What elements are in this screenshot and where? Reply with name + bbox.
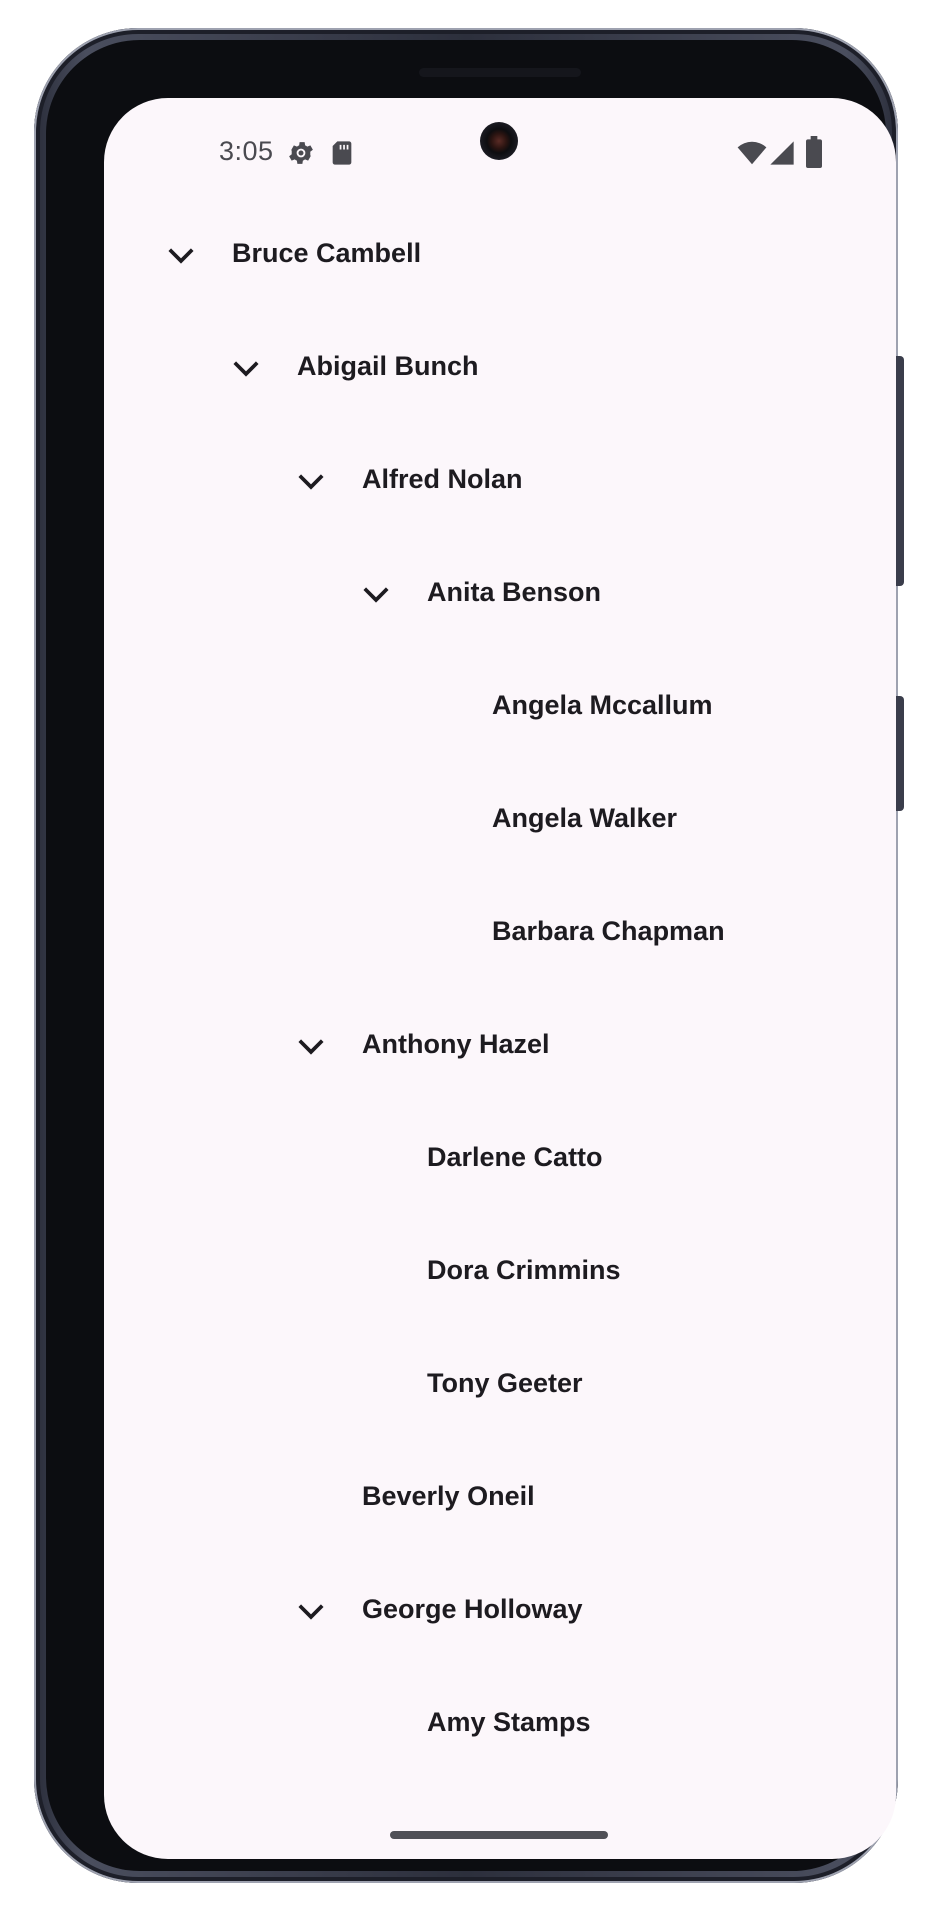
phone-frame: 3:05 Bruce Cambell Abigail Bunch Alfred …	[34, 28, 904, 1883]
tree-node[interactable]: Darlene Catto	[104, 1104, 896, 1217]
chevron-down-icon[interactable]	[359, 578, 393, 612]
tree-node-label: Abigail Bunch	[297, 351, 479, 381]
tree-node[interactable]: Barbara Chapman	[104, 878, 896, 991]
battery-icon	[804, 136, 824, 173]
chevron-down-icon[interactable]	[294, 1030, 328, 1064]
tree-node[interactable]: Angela Mccallum	[104, 652, 896, 765]
power-button	[896, 356, 904, 586]
tree-node-label: Dora Crimmins	[427, 1255, 621, 1285]
tree-node-label: Bruce Cambell	[232, 238, 422, 268]
chevron-down-icon[interactable]	[294, 465, 328, 499]
status-time: 3:05	[219, 136, 274, 166]
tree-node-label: Darlene Catto	[427, 1142, 603, 1172]
tree-node[interactable]: Alfred Nolan	[104, 426, 896, 539]
earpiece-speaker	[419, 68, 581, 77]
tree-node[interactable]: Dora Crimmins	[104, 1217, 896, 1330]
front-camera	[480, 122, 518, 160]
volume-button	[896, 696, 904, 811]
tree-node[interactable]: Beverly Oneil	[104, 1443, 896, 1556]
tree-node-label: Alfred Nolan	[362, 464, 523, 494]
tree-node[interactable]: Angela Walker	[104, 765, 896, 878]
tree-node-label: Barbara Chapman	[492, 916, 725, 946]
tree-node[interactable]: Bruce Cambell	[104, 200, 896, 313]
tree-node[interactable]: Anthony Hazel	[104, 991, 896, 1104]
tree-node-label: Amy Stamps	[427, 1707, 591, 1737]
screen: 3:05 Bruce Cambell Abigail Bunch Alfred …	[104, 98, 896, 1859]
tree-node[interactable]: Tony Geeter	[104, 1330, 896, 1443]
chevron-down-icon[interactable]	[229, 352, 263, 386]
chevron-down-icon[interactable]	[164, 239, 198, 273]
sd-card-icon	[328, 138, 356, 173]
tree-node-label: Beverly Oneil	[362, 1481, 535, 1511]
chevron-down-icon[interactable]	[294, 1595, 328, 1629]
gesture-navigation-handle[interactable]	[390, 1831, 608, 1839]
tree-node[interactable]: George Holloway	[104, 1556, 896, 1669]
settings-gear-icon	[286, 138, 316, 173]
tree-node[interactable]: Amy Stamps	[104, 1669, 896, 1782]
tree-node-label: Angela Walker	[492, 803, 678, 833]
tree-node-label: Anthony Hazel	[362, 1029, 550, 1059]
tree-node-label: Angela Mccallum	[492, 690, 713, 720]
tree-node-label: George Holloway	[362, 1594, 583, 1624]
tree-node[interactable]: Abigail Bunch	[104, 313, 896, 426]
tree-node-label: Tony Geeter	[427, 1368, 583, 1398]
wifi-icon	[736, 138, 768, 173]
tree-node[interactable]: Anita Benson	[104, 539, 896, 652]
status-bar: 3:05	[104, 98, 896, 202]
cell-signal-icon	[768, 138, 796, 173]
tree-node-label: Anita Benson	[427, 577, 602, 607]
